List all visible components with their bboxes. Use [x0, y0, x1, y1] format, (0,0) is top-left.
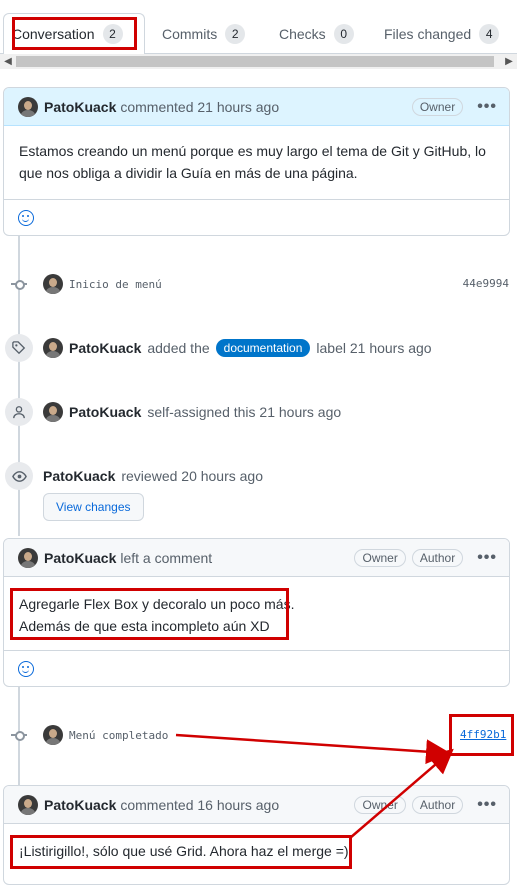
comment-header: PatoKuack left a comment Owner Author ••…	[4, 539, 509, 577]
tab-conversation[interactable]: Conversation 2	[3, 13, 145, 55]
kebab-menu-icon[interactable]: •••	[477, 796, 497, 814]
avatar[interactable]	[18, 794, 38, 815]
avatar[interactable]	[43, 402, 63, 422]
event-author[interactable]: PatoKuack	[43, 468, 115, 484]
author-badge: Author	[411, 548, 464, 567]
comment-box: PatoKuack commented 16 hours ago Owner A…	[3, 785, 510, 885]
tab-counter: 4	[479, 24, 500, 44]
documentation-label[interactable]: documentation	[215, 339, 311, 357]
comment-body: Agregarle Flex Box y decoralo un poco má…	[4, 577, 509, 650]
commit-icon	[11, 280, 27, 290]
horizontal-scrollbar[interactable]: ◀ ▶	[0, 54, 517, 69]
tab-counter: 0	[333, 24, 354, 44]
timeline-commit: Menú completado 4ff92b1	[0, 723, 517, 747]
comment-footer	[4, 650, 509, 686]
tag-icon	[5, 334, 33, 362]
timeline-label-event: PatoKuack added the documentation label …	[0, 334, 517, 362]
comment-body: ¡Listirigillo!, sólo que usé Grid. Ahora…	[19, 843, 349, 859]
commit-message[interactable]: Inicio de menú	[69, 278, 162, 291]
comment-author[interactable]: PatoKuack	[44, 797, 116, 813]
tab-counter: 2	[102, 24, 123, 44]
comment-meta[interactable]: left a comment	[120, 550, 212, 566]
eye-icon	[5, 462, 33, 490]
tab-label: Files changed	[384, 26, 472, 42]
event-text: added the	[147, 340, 210, 356]
view-changes-button[interactable]: View changes	[43, 493, 144, 521]
kebab-menu-icon[interactable]: •••	[477, 98, 497, 116]
comment-header: PatoKuack commented 16 hours ago Owner A…	[4, 786, 509, 824]
tab-label: Conversation	[12, 26, 95, 42]
avatar[interactable]	[43, 725, 63, 745]
comment-box: PatoKuack left a comment Owner Author ••…	[3, 538, 510, 687]
tab-label: Checks	[279, 26, 326, 42]
avatar[interactable]	[18, 547, 38, 568]
commit-icon	[11, 731, 27, 741]
comment-header: PatoKuack commented 21 hours ago Owner •…	[4, 88, 509, 126]
commit-message[interactable]: Menú completado	[69, 729, 168, 742]
add-reaction-smiley-icon[interactable]	[18, 660, 34, 677]
event-text: self-assigned this 21 hours ago	[147, 404, 342, 420]
tab-counter: 2	[225, 24, 246, 44]
tab-files-changed[interactable]: Files changed 4	[376, 13, 507, 55]
tab-commits[interactable]: Commits 2	[154, 13, 253, 55]
scroll-right-arrow-icon[interactable]: ▶	[501, 54, 517, 69]
event-author[interactable]: PatoKuack	[69, 404, 141, 420]
owner-badge: Owner	[354, 795, 406, 814]
timeline-commit: Inicio de menú 44e9994	[0, 272, 517, 296]
person-icon	[5, 398, 33, 426]
comment-meta[interactable]: commented 16 hours ago	[120, 797, 279, 813]
comment-author[interactable]: PatoKuack	[44, 550, 116, 566]
timeline-review-event: PatoKuack reviewed 20 hours ago	[0, 462, 517, 490]
comment-author[interactable]: PatoKuack	[44, 99, 116, 115]
scrollbar-thumb[interactable]	[16, 56, 494, 67]
commit-sha-link[interactable]: 4ff92b1	[460, 728, 506, 741]
comment-box: PatoKuack commented 21 hours ago Owner •…	[3, 87, 510, 236]
event-text: reviewed 20 hours ago	[121, 468, 264, 484]
tab-label: Commits	[162, 26, 218, 42]
avatar[interactable]	[18, 96, 38, 117]
event-author[interactable]: PatoKuack	[69, 340, 141, 356]
owner-badge: Owner	[411, 97, 464, 116]
scroll-left-arrow-icon[interactable]: ◀	[0, 54, 16, 69]
add-reaction-smiley-icon[interactable]	[18, 209, 34, 226]
comment-meta[interactable]: commented 21 hours ago	[120, 99, 279, 115]
timeline-assign-event: PatoKuack self-assigned this 21 hours ag…	[0, 398, 517, 426]
event-text: label 21 hours ago	[316, 340, 432, 356]
author-badge: Author	[411, 795, 464, 814]
comment-line: Además de que esta incompleto aún XD	[19, 618, 270, 634]
avatar[interactable]	[43, 274, 63, 294]
owner-badge: Owner	[354, 548, 406, 567]
commit-sha[interactable]: 44e9994	[463, 277, 509, 290]
comment-body: Estamos creando un menú porque es muy la…	[19, 143, 486, 181]
comment-footer	[4, 199, 509, 235]
tab-checks[interactable]: Checks 0	[271, 13, 362, 55]
comment-line: Agregarle Flex Box y decoralo un poco má…	[19, 596, 295, 612]
pr-tabs: Conversation 2 Commits 2 Checks 0 Files …	[0, 0, 517, 55]
kebab-menu-icon[interactable]: •••	[477, 549, 497, 567]
avatar[interactable]	[43, 338, 63, 358]
